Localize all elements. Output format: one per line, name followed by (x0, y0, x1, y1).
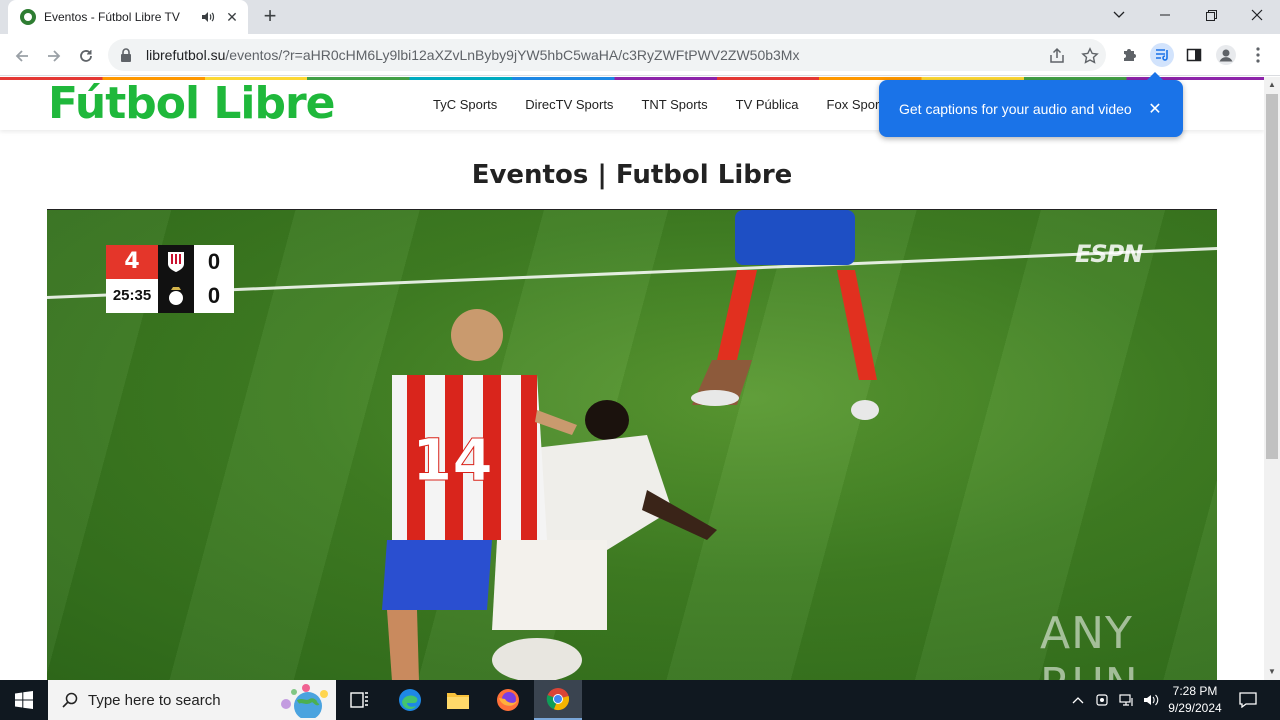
tray-device-icon[interactable] (1092, 680, 1112, 720)
browser-tab[interactable]: Eventos - Fútbol Libre TV ✕ (8, 0, 248, 34)
away-score: 0 (194, 279, 234, 313)
address-bar[interactable]: librefutbol.su/eventos/?r=aHR0cHM6Ly9lbi… (108, 39, 1106, 71)
player-leg-right (837, 270, 877, 380)
url-path: /eventos/?r=aHR0cHM6Ly9lbi12aXZvLnByby9j… (225, 47, 800, 63)
tab-strip: Eventos - Fútbol Libre TV ✕ + (0, 0, 1280, 34)
player-head-14 (451, 309, 503, 361)
boot-right (851, 400, 879, 420)
minimize-icon[interactable] (1142, 0, 1188, 30)
nav-link-tv-publica[interactable]: TV Pública (736, 97, 799, 112)
chrome-icon[interactable] (534, 680, 582, 720)
atletico-crest-icon (158, 245, 194, 279)
video-player[interactable]: 14 4 25:35 0 0 ESPN ANY RUN (47, 209, 1217, 680)
taskbar-search[interactable]: Type here to search (48, 680, 336, 720)
back-icon[interactable] (8, 42, 36, 70)
share-icon[interactable] (1048, 47, 1066, 65)
profile-avatar-icon[interactable] (1215, 44, 1237, 66)
soccer-ball-icon (20, 9, 36, 25)
boot-left (691, 390, 739, 406)
live-caption-bubble: Get captions for your audio and video ✕ (879, 72, 1183, 137)
nav-link-fox-sports[interactable]: Fox Spor (827, 97, 880, 112)
windows-start-icon[interactable] (0, 680, 48, 720)
file-explorer-icon[interactable] (434, 680, 482, 720)
chevron-down-icon[interactable] (1096, 0, 1142, 30)
scroll-up-icon[interactable]: ▲ (1264, 77, 1280, 93)
anyrun-watermark: ANY RUN (1040, 608, 1138, 680)
player-head-white-kit (585, 400, 629, 440)
player-leg-left (717, 270, 757, 360)
restore-icon[interactable] (1188, 0, 1234, 30)
clock-time: 7:28 PM (1172, 684, 1218, 698)
real-madrid-crest-icon (158, 279, 194, 313)
edge-browser-icon[interactable] (386, 680, 434, 720)
browser-toolbar: librefutbol.su/eventos/?r=aHR0cHM6Ly9lbi… (0, 34, 1280, 76)
clock-date: 9/29/2024 (1168, 701, 1222, 715)
page-title: Eventos | Futbol Libre (471, 160, 793, 190)
player-knee-white-kit (492, 638, 582, 680)
tray-chevron-up-icon[interactable] (1068, 680, 1088, 720)
new-tab-button[interactable]: + (258, 5, 282, 29)
laliga-logo: 4 (106, 245, 158, 279)
task-view-icon[interactable] (336, 680, 384, 720)
volume-icon[interactable] (1140, 680, 1162, 720)
caption-close-icon[interactable]: ✕ (1147, 99, 1163, 119)
player-leg-14 (387, 610, 419, 680)
kebab-menu-icon[interactable] (1247, 44, 1269, 66)
windows-taskbar: Type here to search 7:28 PM 9/29/2024 (0, 680, 1280, 720)
match-clock: 25:35 (106, 279, 158, 313)
url-text: librefutbol.su/eventos/?r=aHR0cHM6Ly9lbi… (146, 47, 799, 63)
extensions-puzzle-icon[interactable] (1119, 44, 1141, 66)
firefox-icon[interactable] (484, 680, 532, 720)
network-icon[interactable] (1116, 680, 1138, 720)
media-controls-icon[interactable] (1150, 43, 1174, 67)
site-logo[interactable]: Fútbol Libre (48, 78, 336, 129)
web-page: Fútbol Libre TyC Sports DirecTV Sports T… (0, 77, 1264, 680)
tab-close-icon[interactable]: ✕ (224, 9, 240, 25)
close-icon[interactable] (1234, 0, 1280, 30)
espn-logo: ESPN (1075, 240, 1143, 268)
lock-icon[interactable] (120, 48, 134, 62)
url-host: librefutbol.su (146, 47, 226, 63)
search-placeholder: Type here to search (88, 691, 221, 709)
player-arm-white-kit (642, 490, 717, 540)
scroll-thumb[interactable] (1266, 94, 1278, 459)
search-icon (62, 692, 78, 708)
nav-link-directv-sports[interactable]: DirecTV Sports (525, 97, 613, 112)
scroll-down-icon[interactable]: ▼ (1264, 664, 1280, 680)
player-shorts-14 (382, 540, 492, 610)
player-shorts-white-kit (492, 540, 607, 630)
nav-link-tyc-sports[interactable]: TyC Sports (433, 97, 497, 112)
side-panel-icon[interactable] (1183, 44, 1205, 66)
home-score: 0 (194, 245, 234, 279)
player-shorts-background (735, 210, 855, 265)
notification-center-icon[interactable] (1234, 680, 1262, 720)
site-nav: TyC Sports DirecTV Sports TNT Sports TV … (433, 97, 907, 112)
caption-prompt-text: Get captions for your audio and video (899, 100, 1132, 117)
bookmark-star-icon[interactable] (1081, 47, 1099, 65)
scoreboard: 4 25:35 0 0 (106, 245, 234, 313)
search-highlight-globe-icon (281, 684, 328, 718)
player-arm-14 (535, 410, 577, 435)
speaker-icon[interactable] (200, 9, 216, 25)
forward-icon[interactable] (40, 42, 68, 70)
tab-title: Eventos - Fútbol Libre TV (44, 10, 180, 24)
nav-link-tnt-sports[interactable]: TNT Sports (641, 97, 707, 112)
taskbar-clock[interactable]: 7:28 PM 9/29/2024 (1162, 683, 1228, 717)
page-scrollbar[interactable]: ▲ ▼ (1264, 77, 1280, 680)
shirt-number-14: 14 (412, 426, 493, 494)
reload-icon[interactable] (72, 42, 100, 70)
